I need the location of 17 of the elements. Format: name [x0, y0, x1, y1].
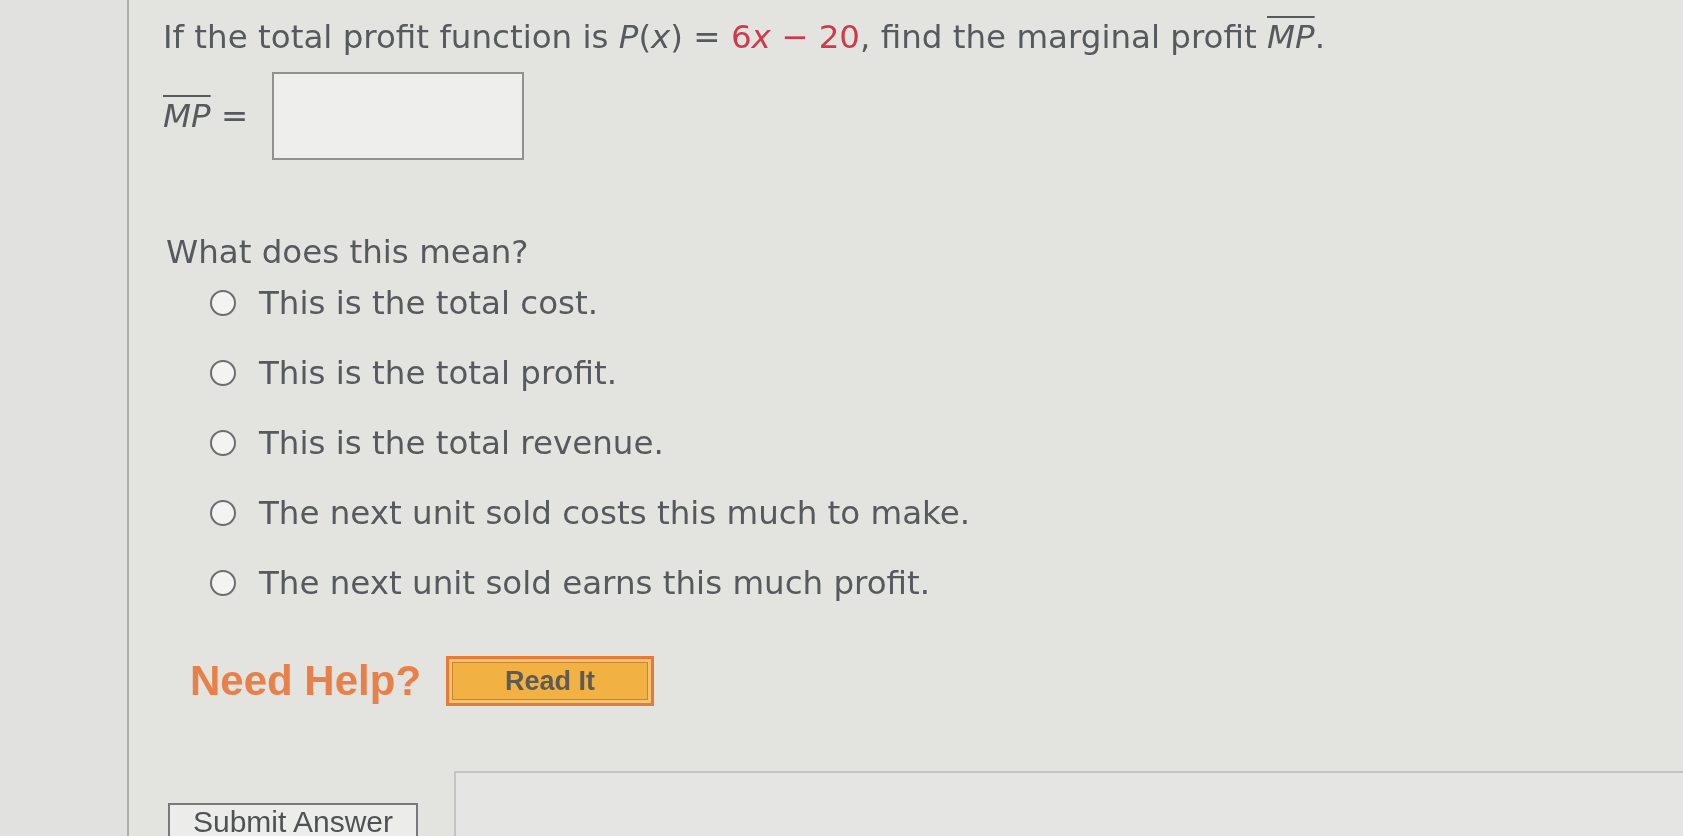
option-label: The next unit sold earns this much profit.: [259, 563, 931, 603]
need-help-label: Need Help?: [190, 657, 422, 705]
read-it-button[interactable]: Read It: [446, 656, 655, 706]
radio-button[interactable]: [210, 500, 236, 526]
option-label: This is the total revenue.: [259, 423, 664, 463]
option-label: The next unit sold costs this much to make.: [259, 493, 971, 533]
option-label: This is the total cost.: [259, 283, 599, 323]
submit-answer-button[interactable]: Submit Answer: [168, 803, 418, 836]
prompt-text: What does this mean?: [165, 232, 529, 272]
radio-button[interactable]: [210, 430, 236, 456]
option-label: This is the total profit.: [259, 353, 618, 393]
question-text: If the total profit function is P(x) = 6x − 20, find the marginal profit MP.: [163, 17, 1325, 57]
answer-label: MP =: [163, 96, 249, 136]
radio-button[interactable]: [210, 290, 236, 316]
radio-button[interactable]: [210, 570, 236, 596]
answer-box[interactable]: [272, 72, 525, 160]
radio-button[interactable]: [210, 360, 236, 386]
